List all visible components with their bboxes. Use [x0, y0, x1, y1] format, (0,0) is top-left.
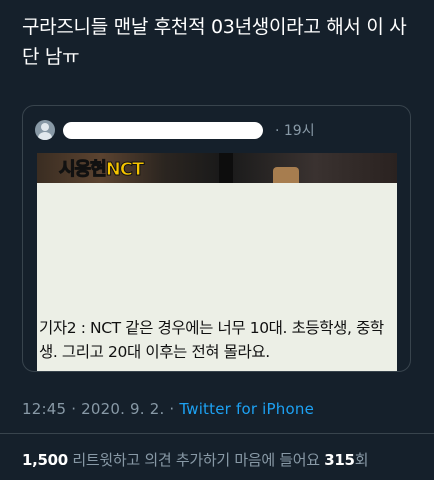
quoted-tweet-time: · 19시 — [275, 123, 315, 139]
quoted-tweet-image[interactable]: 시웅현NCT — [37, 153, 397, 183]
image-caption-prefix: 시웅현 — [59, 159, 108, 181]
redacted-username — [63, 121, 263, 139]
retweets-label[interactable]: 리트윗하고 의견 추가하기 마음에 들어요 — [68, 451, 324, 469]
tweet-source-link[interactable]: Twitter for iPhone — [179, 400, 314, 418]
tweet-text: 구라즈니들 맨날 후천적 03년생이라고 해서 이 사단 남ㅠ — [22, 16, 407, 68]
image-right-panel — [233, 153, 397, 183]
like-count[interactable]: 315 — [324, 451, 355, 469]
image-caption-accent: NCT — [105, 159, 145, 181]
image-caption: 시웅현NCT — [59, 155, 145, 181]
tweet-timestamp[interactable]: 12:45 · 2020. 9. 2. · — [22, 400, 179, 418]
quoted-tweet-body-text: 기자2 : NCT 같은 경우에는 너무 10대. 초등학생, 중학생. 그리고… — [39, 319, 384, 361]
retweet-count[interactable]: 1,500 — [22, 451, 68, 469]
quoted-tweet-card[interactable]: · 19시 시웅현NCT 기자2 : NCT 같은 경우에는 너무 10대. 초… — [22, 105, 411, 372]
tweet-stats: 1,500 리트윗하고 의견 추가하기 마음에 들어요 315회 — [22, 449, 368, 470]
tweet-meta: 12:45 · 2020. 9. 2. · Twitter for iPhone — [22, 400, 314, 418]
likes-label[interactable]: 회 — [355, 451, 369, 469]
divider — [0, 433, 434, 434]
quoted-tweet-header: · 19시 — [35, 119, 395, 141]
image-left-panel: 시웅현NCT — [37, 153, 219, 183]
default-avatar-icon[interactable] — [35, 120, 55, 140]
quoted-tweet-screenshot: 기자2 : NCT 같은 경우에는 너무 10대. 초등학생, 중학생. 그리고… — [37, 183, 397, 371]
